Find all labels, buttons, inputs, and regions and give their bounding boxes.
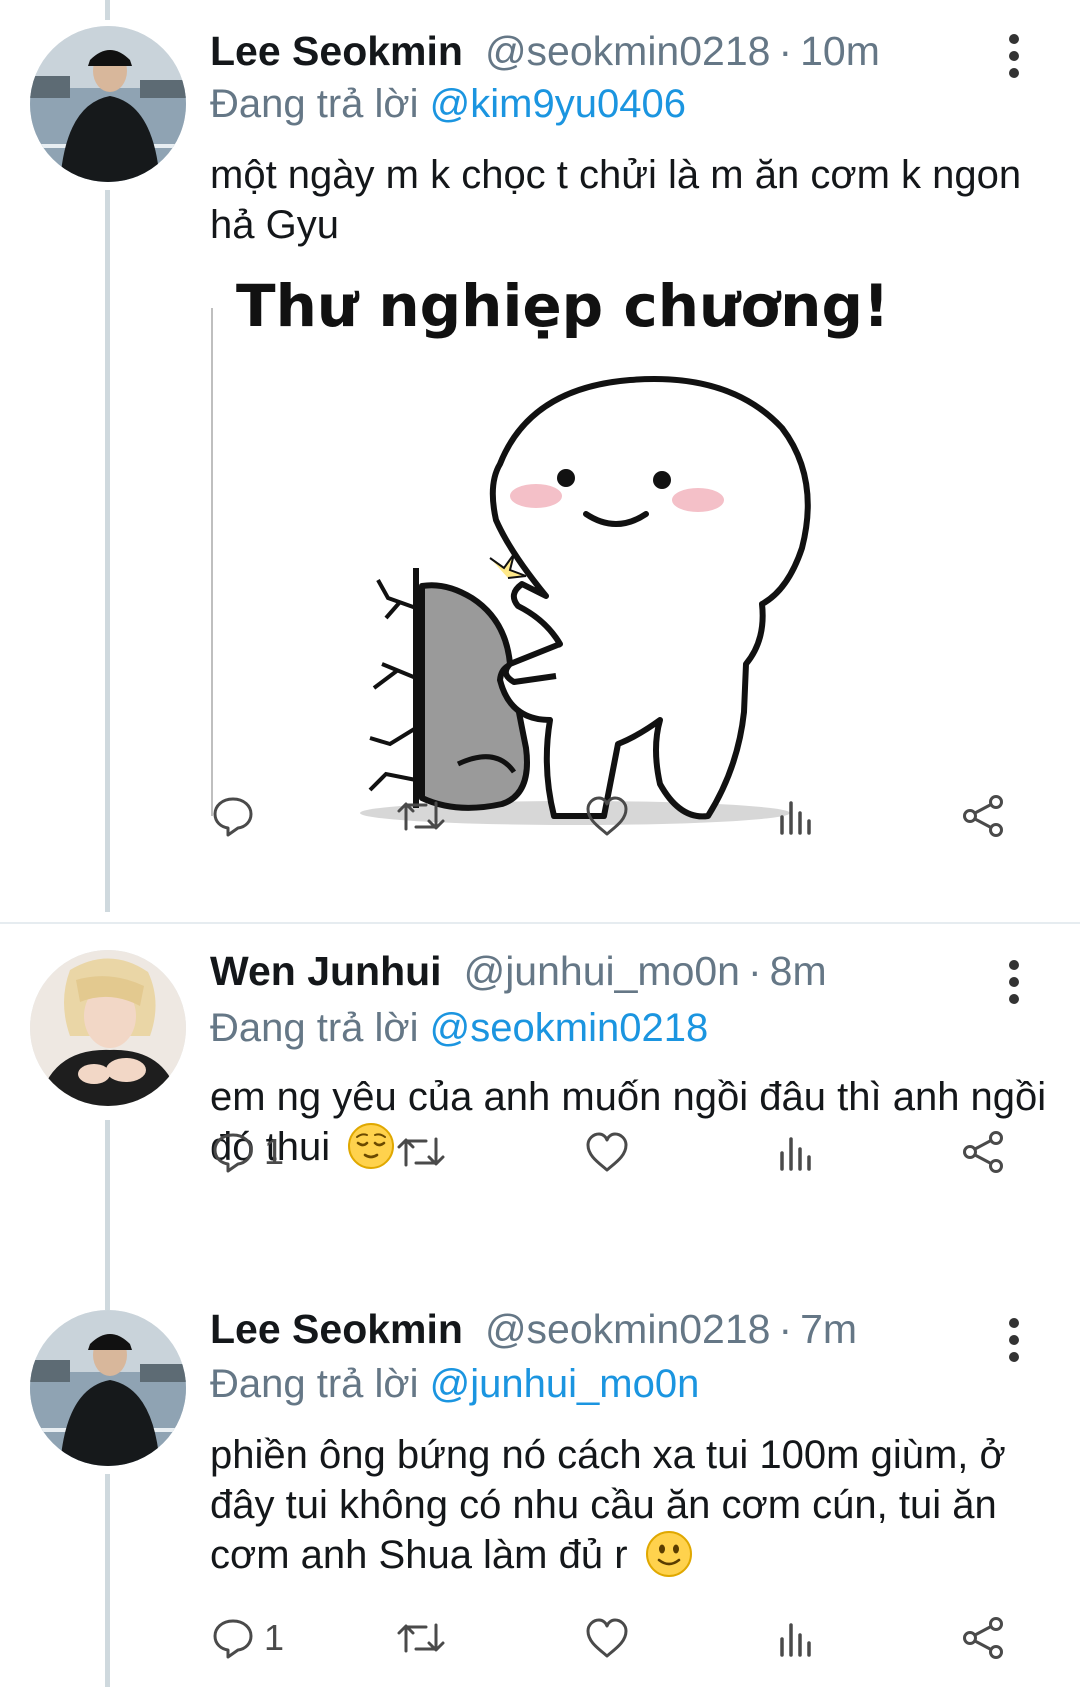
more-options-icon[interactable]	[1000, 960, 1028, 1004]
avatar-photo	[30, 1310, 186, 1466]
avatar[interactable]	[30, 950, 186, 1106]
tweet-text: một ngày m k chọc t chửi là m ăn cơm k n…	[210, 153, 1022, 247]
user-handle[interactable]: @junhui_mo0n	[464, 948, 740, 995]
reply-count: 1	[264, 1617, 285, 1658]
tweet-header: Wen Junhui @junhui_mo0n · 8m	[210, 948, 827, 1004]
share-icon	[963, 1617, 1003, 1659]
share-button[interactable]	[960, 786, 1006, 846]
tweet-actions: 1	[210, 1608, 1030, 1668]
mention-link[interactable]: @seokmin0218	[430, 1006, 709, 1050]
tweet-header: Lee Seokmin @seokmin0218 · 10m	[210, 28, 880, 84]
display-name[interactable]: Wen Junhui	[210, 948, 442, 995]
meme-caption: Thư nghiẹp chương!	[236, 272, 889, 340]
replying-to: Đang trả lời @seokmin0218	[210, 1006, 708, 1051]
analytics-icon	[780, 1137, 811, 1171]
avatar-photo	[30, 950, 186, 1106]
tweet[interactable]: Lee Seokmin @seokmin0218 · 7m Đang trả l…	[0, 1284, 1080, 1687]
like-icon	[586, 1132, 628, 1172]
reply-button[interactable]: 1	[210, 1122, 284, 1182]
timestamp[interactable]: 8m	[770, 948, 827, 995]
reply-button[interactable]: 1	[210, 1608, 284, 1668]
retweet-button[interactable]	[396, 786, 446, 846]
display-name[interactable]: Lee Seokmin	[210, 1306, 463, 1353]
more-options-icon[interactable]	[1000, 34, 1028, 78]
display-name[interactable]: Lee Seokmin	[210, 28, 463, 75]
tweet-actions: 1	[210, 1122, 1030, 1182]
user-handle[interactable]: @seokmin0218	[485, 28, 771, 75]
separator-dot: ·	[778, 28, 793, 74]
retweet-icon	[397, 801, 445, 831]
share-button[interactable]	[960, 1122, 1006, 1182]
tweet-media[interactable]: Thư nghiẹp chương!	[210, 268, 930, 828]
like-button[interactable]	[584, 786, 630, 846]
retweet-button[interactable]	[396, 1122, 446, 1182]
like-button[interactable]	[584, 1608, 630, 1668]
reply-icon	[213, 1133, 253, 1173]
separator-dot: ·	[748, 948, 762, 994]
share-button[interactable]	[960, 1608, 1006, 1668]
replying-to-label: Đang trả lời	[210, 1006, 430, 1050]
tweet[interactable]: Lee Seokmin @seokmin0218 · 10m Đang trả …	[0, 0, 1080, 920]
separator-dot: ·	[778, 1306, 793, 1352]
mention-link[interactable]: @junhui_mo0n	[430, 1362, 700, 1406]
like-icon	[586, 1618, 628, 1658]
retweet-icon	[397, 1137, 445, 1167]
retweet-button[interactable]	[396, 1608, 446, 1668]
slightly-smiling-face-emoji	[645, 1531, 692, 1577]
like-button[interactable]	[584, 1122, 630, 1182]
replying-to-label: Đang trả lời	[210, 82, 430, 126]
tweet[interactable]: Wen Junhui @junhui_mo0n · 8m Đang trả lờ…	[0, 924, 1080, 1274]
replying-to-label: Đang trả lời	[210, 1362, 430, 1406]
avatar[interactable]	[30, 26, 186, 182]
tweet-text-content: phiền ông bứng nó cách xa tui 100m giùm,…	[210, 1433, 1006, 1577]
retweet-icon	[397, 1623, 445, 1653]
avatar-photo	[30, 26, 186, 182]
reply-icon	[213, 1619, 253, 1659]
avatar[interactable]	[30, 1310, 186, 1466]
replying-to: Đang trả lời @junhui_mo0n	[210, 1362, 699, 1407]
user-handle[interactable]: @seokmin0218	[485, 1306, 771, 1353]
tweet-header: Lee Seokmin @seokmin0218 · 7m	[210, 1306, 857, 1362]
share-icon	[963, 795, 1003, 837]
replying-to: Đang trả lời @kim9yu0406	[210, 82, 686, 127]
analytics-icon	[780, 801, 811, 835]
analytics-button[interactable]	[776, 1122, 816, 1182]
tweet-actions	[210, 786, 1030, 846]
reply-count: 1	[264, 1131, 285, 1172]
timestamp[interactable]: 7m	[800, 1306, 857, 1353]
timestamp[interactable]: 10m	[800, 28, 880, 75]
reply-icon	[213, 797, 253, 837]
analytics-icon	[780, 1623, 811, 1657]
meme-image: Thư nghiẹp chương!	[210, 268, 930, 828]
more-options-icon[interactable]	[1000, 1318, 1028, 1362]
mention-link[interactable]: @kim9yu0406	[430, 82, 686, 126]
share-icon	[963, 1131, 1003, 1173]
reply-button[interactable]	[210, 786, 256, 846]
analytics-button[interactable]	[776, 1608, 816, 1668]
tweet-text: phiền ông bứng nó cách xa tui 100m giùm,…	[210, 1430, 1060, 1580]
analytics-button[interactable]	[776, 786, 816, 846]
like-icon	[586, 796, 628, 836]
